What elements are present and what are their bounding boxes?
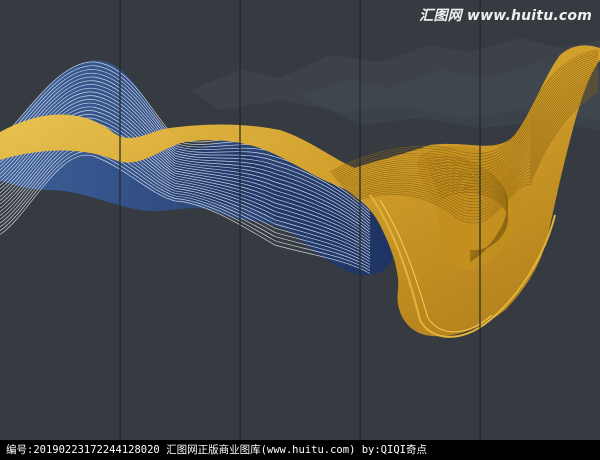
abstract-ribbon-artwork <box>0 0 600 440</box>
watermark-text: 汇图网 www.huitu.com <box>419 8 592 24</box>
artwork-canvas: 汇图网 www.huitu.com 编号:2019022317224412802… <box>0 0 600 460</box>
footer-caption: 编号:20190223172244128020 汇图网正版商业图库(www.hu… <box>0 440 600 460</box>
